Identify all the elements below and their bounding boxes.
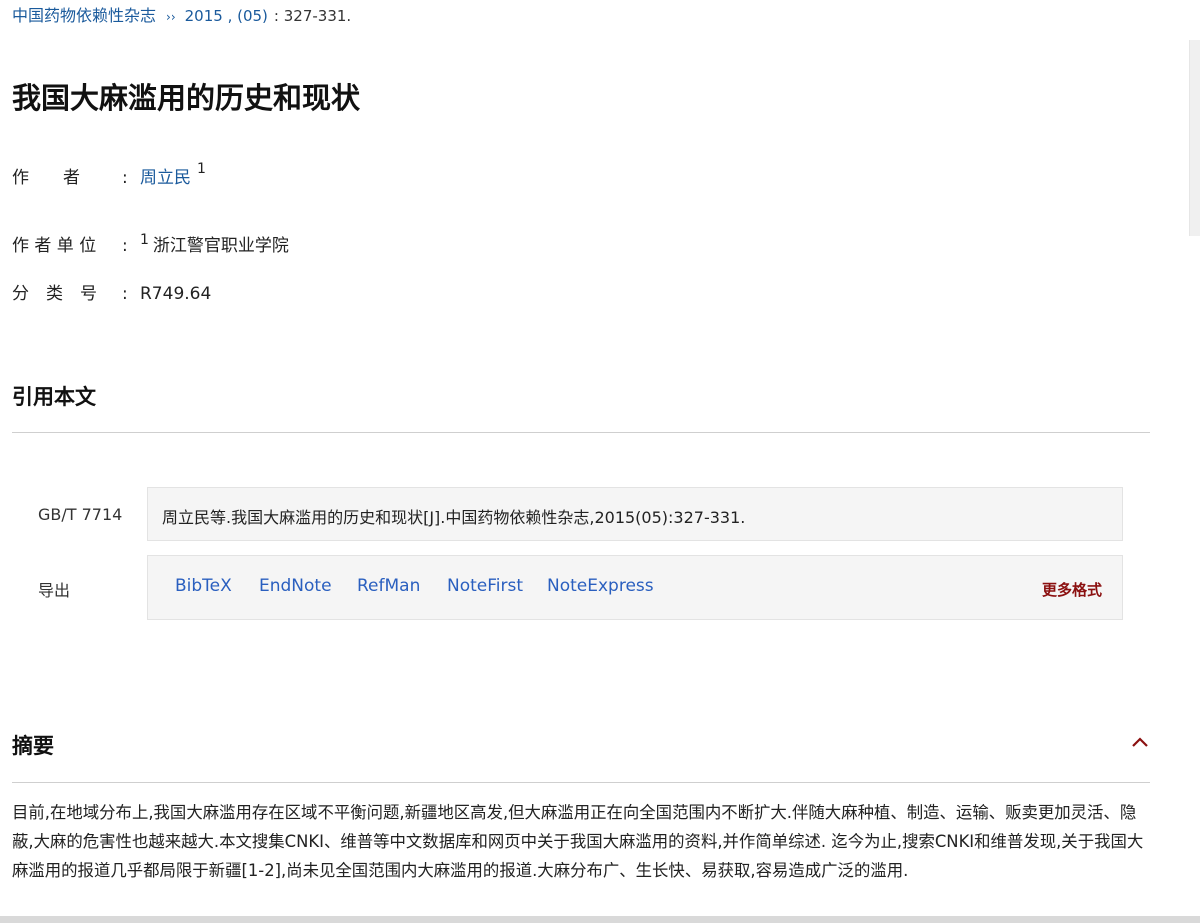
author-name-link[interactable]: 周立民 — [140, 168, 191, 188]
export-bibtex-link[interactable]: BibTeX — [175, 576, 232, 596]
affiliation-superscript: 1 — [140, 232, 149, 248]
horizontal-scrollbar[interactable] — [0, 916, 1200, 923]
classification-row: 分 类 号: R749.64 — [12, 282, 211, 306]
article-page: 中国药物依赖性杂志 ›› 2015 , (05) : 327-331. 我国大麻滥用的… — [0, 0, 1200, 923]
more-formats-link[interactable]: 更多格式 — [1042, 579, 1102, 600]
author-colon: : — [122, 168, 128, 188]
export-refman-link[interactable]: RefMan — [357, 576, 420, 596]
classification-value: R749.64 — [140, 284, 212, 304]
export-endnote-link[interactable]: EndNote — [259, 576, 332, 596]
breadcrumb-pages: : 327-331. — [273, 7, 352, 25]
chevron-up-icon[interactable] — [1130, 734, 1150, 750]
abstract-text: 目前,在地域分布上,我国大麻滥用存在区域不平衡问题,新疆地区高发,但大麻滥用正在… — [12, 803, 1144, 880]
breadcrumb-journal-link[interactable]: 中国药物依赖性杂志 — [12, 6, 156, 25]
affiliation-name: 浙江警官职业学院 — [152, 236, 289, 256]
vertical-scrollbar[interactable] — [1189, 40, 1200, 236]
cite-divider — [12, 432, 1150, 433]
gbt-citation-text: 周立民等.我国大麻滥用的历史和现状[J].中国药物依赖性杂志,2015(05):… — [162, 508, 746, 527]
affiliation-colon: : — [122, 236, 128, 256]
gbt-citation-box: 周立民等.我国大麻滥用的历史和现状[J].中国药物依赖性杂志,2015(05):… — [147, 487, 1123, 541]
abstract-section-title: 摘要 — [12, 734, 54, 758]
export-notefirst-link[interactable]: NoteFirst — [447, 576, 523, 596]
breadcrumb: 中国药物依赖性杂志 ›› 2015 , (05) : 327-331. — [12, 5, 351, 28]
export-noteexpress-link[interactable]: NoteExpress — [547, 576, 654, 596]
breadcrumb-issue-link[interactable]: 2015 , (05) — [185, 7, 268, 25]
affiliation-row: 作 者 单 位:1 浙江警官职业学院 — [12, 228, 289, 258]
affiliation-label: 作 者 单 位 — [12, 236, 97, 256]
classification-colon: : — [122, 284, 128, 304]
author-row: 作 者: 周立民 1 — [12, 157, 206, 190]
export-box: BibTeX EndNote RefMan NoteFirst NoteExpr… — [147, 555, 1123, 620]
classification-label: 分 类 号 — [12, 284, 97, 304]
export-label: 导出 — [38, 581, 71, 600]
breadcrumb-separator: ›› — [166, 10, 176, 24]
author-superscript: 1 — [197, 161, 206, 177]
cite-section-title: 引用本文 — [12, 385, 96, 409]
gbt-label: GB/T 7714 — [38, 505, 123, 524]
author-label: 作 者 — [12, 168, 80, 188]
abstract-divider — [12, 782, 1150, 783]
article-title: 我国大麻滥用的历史和现状 — [12, 81, 361, 115]
